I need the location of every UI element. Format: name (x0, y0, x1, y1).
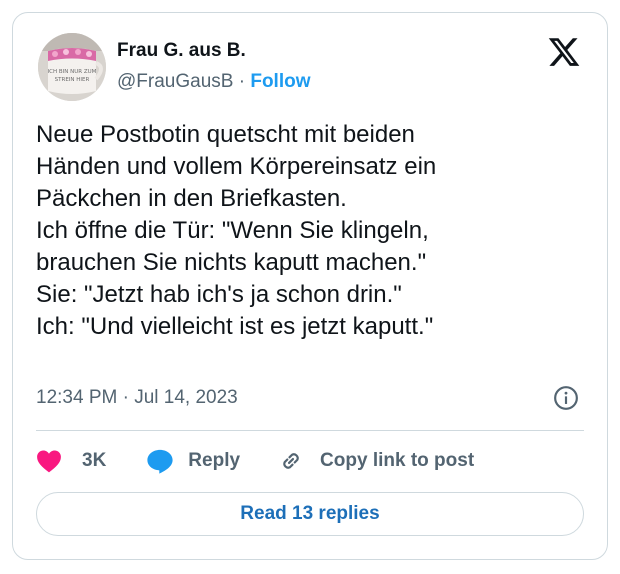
svg-text:ICH BIN NUR ZUM: ICH BIN NUR ZUM (48, 69, 97, 75)
reply-label: Reply (188, 450, 241, 471)
like-count: 3K (82, 450, 107, 471)
divider (36, 430, 584, 431)
x-logo-icon[interactable] (547, 35, 581, 69)
svg-text:STREIN HIER: STREIN HIER (55, 77, 90, 83)
copy-link-label: Copy link to post (320, 450, 475, 471)
avatar-mug-photo: ICH BIN NUR ZUM STREIN HIER (38, 33, 106, 101)
tweet-text: Neue Postbotin quetscht mit beiden Hände… (36, 121, 437, 340)
copy-link-button[interactable]: Copy link to post (278, 448, 474, 474)
avatar[interactable]: ICH BIN NUR ZUM STREIN HIER (38, 33, 106, 101)
info-icon[interactable] (553, 385, 579, 411)
action-bar: 3K Reply Copy link to post (36, 446, 474, 476)
tweet-timestamp[interactable]: 12:34 PM · Jul 14, 2023 (36, 387, 238, 409)
like-button[interactable]: 3K (36, 449, 106, 473)
read-replies-button[interactable]: Read 13 replies (36, 492, 584, 536)
heart-icon (37, 450, 61, 473)
follow-button[interactable]: Follow (250, 71, 310, 92)
author-handle[interactable]: @FrauGausB (117, 71, 233, 92)
author-name[interactable]: Frau G. aus B. (117, 40, 246, 62)
author-handle-row: @FrauGausB · Follow (117, 71, 311, 93)
separator-dot: · (238, 71, 246, 92)
reply-bubble-icon (147, 449, 173, 474)
tweet-card: ICH BIN NUR ZUM STREIN HIER Frau G. aus … (12, 12, 608, 560)
link-icon (283, 453, 299, 469)
reply-button[interactable]: Reply (146, 448, 240, 474)
